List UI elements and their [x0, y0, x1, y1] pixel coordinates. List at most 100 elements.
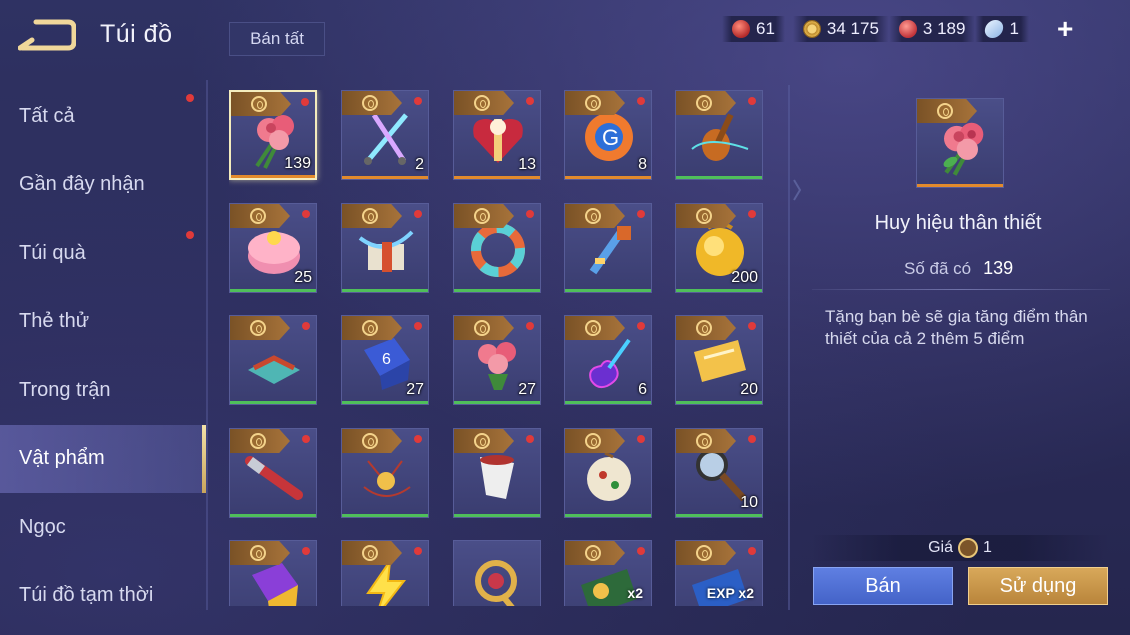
coin-icon — [585, 545, 601, 561]
grid-item-coin-necklace[interactable] — [341, 428, 429, 518]
coin-icon — [696, 545, 712, 561]
notification-dot — [302, 210, 310, 218]
rarity-bar — [565, 401, 651, 404]
grid-item-stage-platform[interactable] — [229, 315, 317, 405]
red-gem-icon — [898, 20, 917, 38]
currency-gold: 34 175 — [792, 16, 889, 42]
item-count: 8 — [638, 156, 647, 173]
sidebar-item-trial-cards[interactable]: Thẻ thử — [0, 288, 206, 357]
grid-item-magnifier[interactable]: 10 — [675, 428, 763, 518]
grid-item-orange-badge[interactable]: G8 — [564, 90, 652, 180]
coin-icon — [362, 320, 378, 336]
price-tag — [676, 429, 736, 453]
grid-item-exp-x2-card[interactable]: EXP x2 — [675, 540, 763, 606]
grid-item-ribbon-chest[interactable] — [341, 203, 429, 293]
back-button[interactable] — [17, 18, 77, 52]
grid-item-gold-x2-card[interactable]: x2 — [564, 540, 652, 606]
notification-dot — [637, 547, 645, 555]
rarity-bar — [342, 176, 428, 179]
price-tag — [565, 541, 625, 565]
coin-icon — [250, 545, 266, 561]
grid-item-blue-dice[interactable]: 6 27 — [341, 315, 429, 405]
price-tag — [676, 204, 736, 228]
grid-item-pink-cake[interactable]: 25 — [229, 203, 317, 293]
sell-all-button[interactable]: Bán tất — [229, 22, 325, 56]
notification-dot — [302, 322, 310, 330]
grid-item-purple-dice[interactable] — [229, 540, 317, 606]
coin-icon — [362, 95, 378, 111]
sidebar-item-items[interactable]: Vật phẩm — [0, 424, 206, 493]
notification-dot — [748, 435, 756, 443]
sidebar-item-label: Tất cả — [19, 104, 75, 127]
notification-dot — [414, 210, 422, 218]
rarity-bar — [676, 401, 762, 404]
notification-dot — [526, 97, 534, 105]
rarity-bar — [230, 289, 316, 292]
owned-value: 139 — [983, 258, 1014, 278]
item-multiplier-label: x2 — [627, 585, 643, 601]
notification-dot — [637, 435, 645, 443]
sidebar-item-all[interactable]: Tất cả — [0, 82, 206, 151]
grid-item-crossed-swords[interactable]: 2 — [341, 90, 429, 180]
grid-item-golden-key[interactable] — [564, 203, 652, 293]
add-currency-button[interactable]: + — [1057, 15, 1073, 43]
owned-label: Số đã có — [904, 258, 972, 278]
grid-item-heart-gift-box[interactable]: 13 — [453, 90, 541, 180]
sidebar-item-temp-bag[interactable]: Túi đồ tạm thời — [0, 562, 206, 631]
sidebar-item-label: Túi quà — [19, 241, 86, 264]
currency-ruby: 61 — [722, 16, 785, 42]
grid-item-paper-cup[interactable] — [453, 428, 541, 518]
use-button[interactable]: Sử dụng — [968, 567, 1108, 605]
detail-item-name: Huy hiệu thân thiết — [874, 212, 1042, 234]
grid-item-lightning-bolt[interactable] — [341, 540, 429, 606]
notification-dot — [526, 322, 534, 330]
item-multiplier-label: EXP x2 — [706, 585, 754, 601]
grid-item-rose-bouquet[interactable]: 139 — [229, 90, 317, 180]
rarity-bar — [454, 514, 540, 517]
grid-item-magic-lute[interactable] — [675, 90, 763, 180]
notification-dot — [637, 97, 645, 105]
notification-dot — [301, 98, 309, 106]
grid-item-flower-basket[interactable]: 27 — [453, 315, 541, 405]
notification-dot — [414, 97, 422, 105]
rarity-bar — [230, 514, 316, 517]
currency-bar: 61 34 175 3 189 1 + — [722, 15, 1122, 43]
grid-item-utility-knife[interactable] — [229, 428, 317, 518]
coin-icon — [937, 103, 953, 119]
sidebar-item-gems[interactable]: Ngọc — [0, 493, 206, 562]
sidebar-item-label: Ngọc — [19, 515, 66, 538]
rarity-bar — [454, 289, 540, 292]
price-tag — [230, 429, 290, 453]
item-count: 27 — [518, 381, 536, 398]
grid-item-gold-orb[interactable]: 200 — [675, 203, 763, 293]
price-tag — [230, 316, 290, 340]
currency-gold-value: 34 175 — [826, 19, 879, 38]
detail-item-icon — [916, 98, 1004, 188]
coin-icon — [696, 95, 712, 111]
price-tag — [676, 316, 736, 340]
grid-item-christmas-ornament[interactable] — [564, 428, 652, 518]
coin-icon — [250, 433, 266, 449]
sidebar-item-recent[interactable]: Gần đây nhận — [0, 151, 206, 220]
rarity-bar — [917, 184, 1003, 187]
price-tag — [342, 429, 402, 453]
divider — [206, 80, 208, 610]
coin-icon — [585, 95, 601, 111]
coin-icon — [474, 320, 490, 336]
sidebar-item-in-match[interactable]: Trong trận — [0, 356, 206, 425]
gold-coin-icon — [802, 20, 821, 38]
currency-ruby-value: 61 — [756, 19, 775, 38]
sell-button[interactable]: Bán — [813, 567, 953, 605]
divider — [812, 289, 1110, 290]
card-icon — [983, 20, 1006, 38]
sidebar-item-gift-bags[interactable]: Túi quà — [0, 219, 206, 288]
page-title: Túi đồ — [100, 20, 173, 48]
grid-item-lifebuoy-ring[interactable] — [453, 203, 541, 293]
price-tag — [454, 91, 514, 115]
grid-item-neon-guitar[interactable]: 6 — [564, 315, 652, 405]
price-tag — [342, 204, 402, 228]
grid-item-golden-scepter[interactable] — [453, 540, 541, 606]
grid-item-gold-ticket[interactable]: 20 — [675, 315, 763, 405]
sidebar-item-label: Túi đồ tạm thời — [19, 584, 154, 607]
price-tag — [454, 204, 514, 228]
